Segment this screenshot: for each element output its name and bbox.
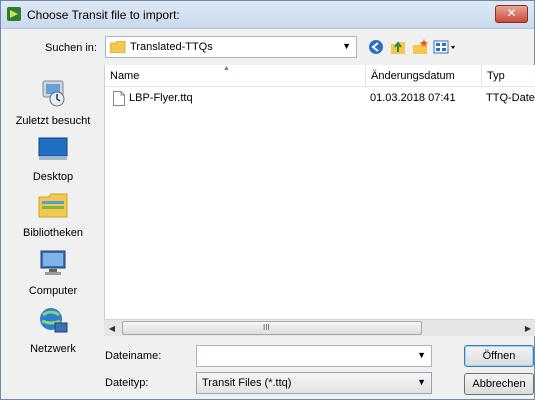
place-label: Netzwerk xyxy=(30,343,76,355)
column-header-type[interactable]: Typ xyxy=(481,65,535,87)
close-button[interactable]: ✕ xyxy=(495,5,528,23)
look-in-value: Translated-TTQs xyxy=(130,41,213,53)
cancel-button[interactable]: Abbrechen xyxy=(464,373,534,395)
libraries-icon xyxy=(38,193,68,218)
column-header-name[interactable]: Name xyxy=(105,65,365,87)
file-dialog: Choose Transit file to import: ✕ Suchen … xyxy=(0,0,535,400)
place-label: Bibliotheken xyxy=(23,227,83,239)
place-libraries[interactable]: Bibliotheken xyxy=(7,189,99,239)
file-type: TTQ-Date xyxy=(486,92,535,104)
filetype-label: Dateityp: xyxy=(105,377,149,389)
network-icon xyxy=(40,308,68,333)
app-icon xyxy=(7,7,21,21)
column-header-row: Name ▲ Änderungsdatum Typ xyxy=(105,65,535,87)
column-header-modified[interactable]: Änderungsdatum xyxy=(365,65,481,87)
place-label: Desktop xyxy=(32,171,74,183)
chevron-down-icon[interactable]: ▼ xyxy=(417,350,426,360)
folder-icon xyxy=(110,41,126,53)
file-list[interactable]: Name ▲ Änderungsdatum Typ LBP-Flyer.ttq … xyxy=(104,65,535,335)
back-icon[interactable] xyxy=(367,38,385,56)
scroll-left-icon[interactable]: ◀ xyxy=(104,321,120,336)
place-computer[interactable]: Computer xyxy=(7,247,99,297)
filetype-select[interactable]: Transit Files (*.ttq) ▼ xyxy=(196,372,432,394)
up-folder-icon[interactable] xyxy=(389,38,407,56)
recent-places-icon xyxy=(42,80,65,107)
file-icon xyxy=(113,91,125,106)
title-bar[interactable]: Choose Transit file to import: ✕ xyxy=(1,1,534,29)
scroll-right-icon[interactable]: ▶ xyxy=(520,321,535,336)
place-recent[interactable]: Zuletzt besucht xyxy=(7,77,99,127)
place-desktop[interactable]: Desktop xyxy=(7,133,99,183)
view-menu-icon[interactable] xyxy=(433,38,459,56)
look-in-label: Suchen in: xyxy=(45,42,97,54)
filename-label: Dateiname: xyxy=(105,350,162,362)
places-bar: Zuletzt besucht Desktop Bibliotheken Com… xyxy=(7,65,99,395)
filetype-value: Transit Files (*.ttq) xyxy=(202,377,292,389)
scroll-thumb[interactable]: III xyxy=(122,321,422,335)
open-button[interactable]: Öffnen xyxy=(464,345,534,367)
place-label: Zuletzt besucht xyxy=(15,115,91,127)
computer-icon xyxy=(40,250,66,275)
new-folder-icon[interactable] xyxy=(411,38,429,56)
place-network[interactable]: Netzwerk xyxy=(7,305,99,355)
file-modified: 01.03.2018 07:41 xyxy=(370,92,456,104)
desktop-icon xyxy=(38,137,68,160)
chevron-down-icon: ▼ xyxy=(417,377,426,387)
file-name: LBP-Flyer.ttq xyxy=(129,92,193,104)
file-row[interactable]: LBP-Flyer.ttq 01.03.2018 07:41 TTQ-Date xyxy=(105,90,535,108)
scroll-grip: III xyxy=(263,323,270,332)
look-in-combobox[interactable]: Translated-TTQs ▼ xyxy=(105,36,357,58)
chevron-down-icon: ▼ xyxy=(342,41,351,51)
sort-ascending-icon: ▲ xyxy=(223,65,230,72)
place-label: Computer xyxy=(28,285,78,297)
filename-input[interactable]: ▼ xyxy=(196,345,432,367)
horizontal-scrollbar[interactable]: ◀ III ▶ xyxy=(104,319,535,336)
window-title: Choose Transit file to import: xyxy=(27,8,180,22)
